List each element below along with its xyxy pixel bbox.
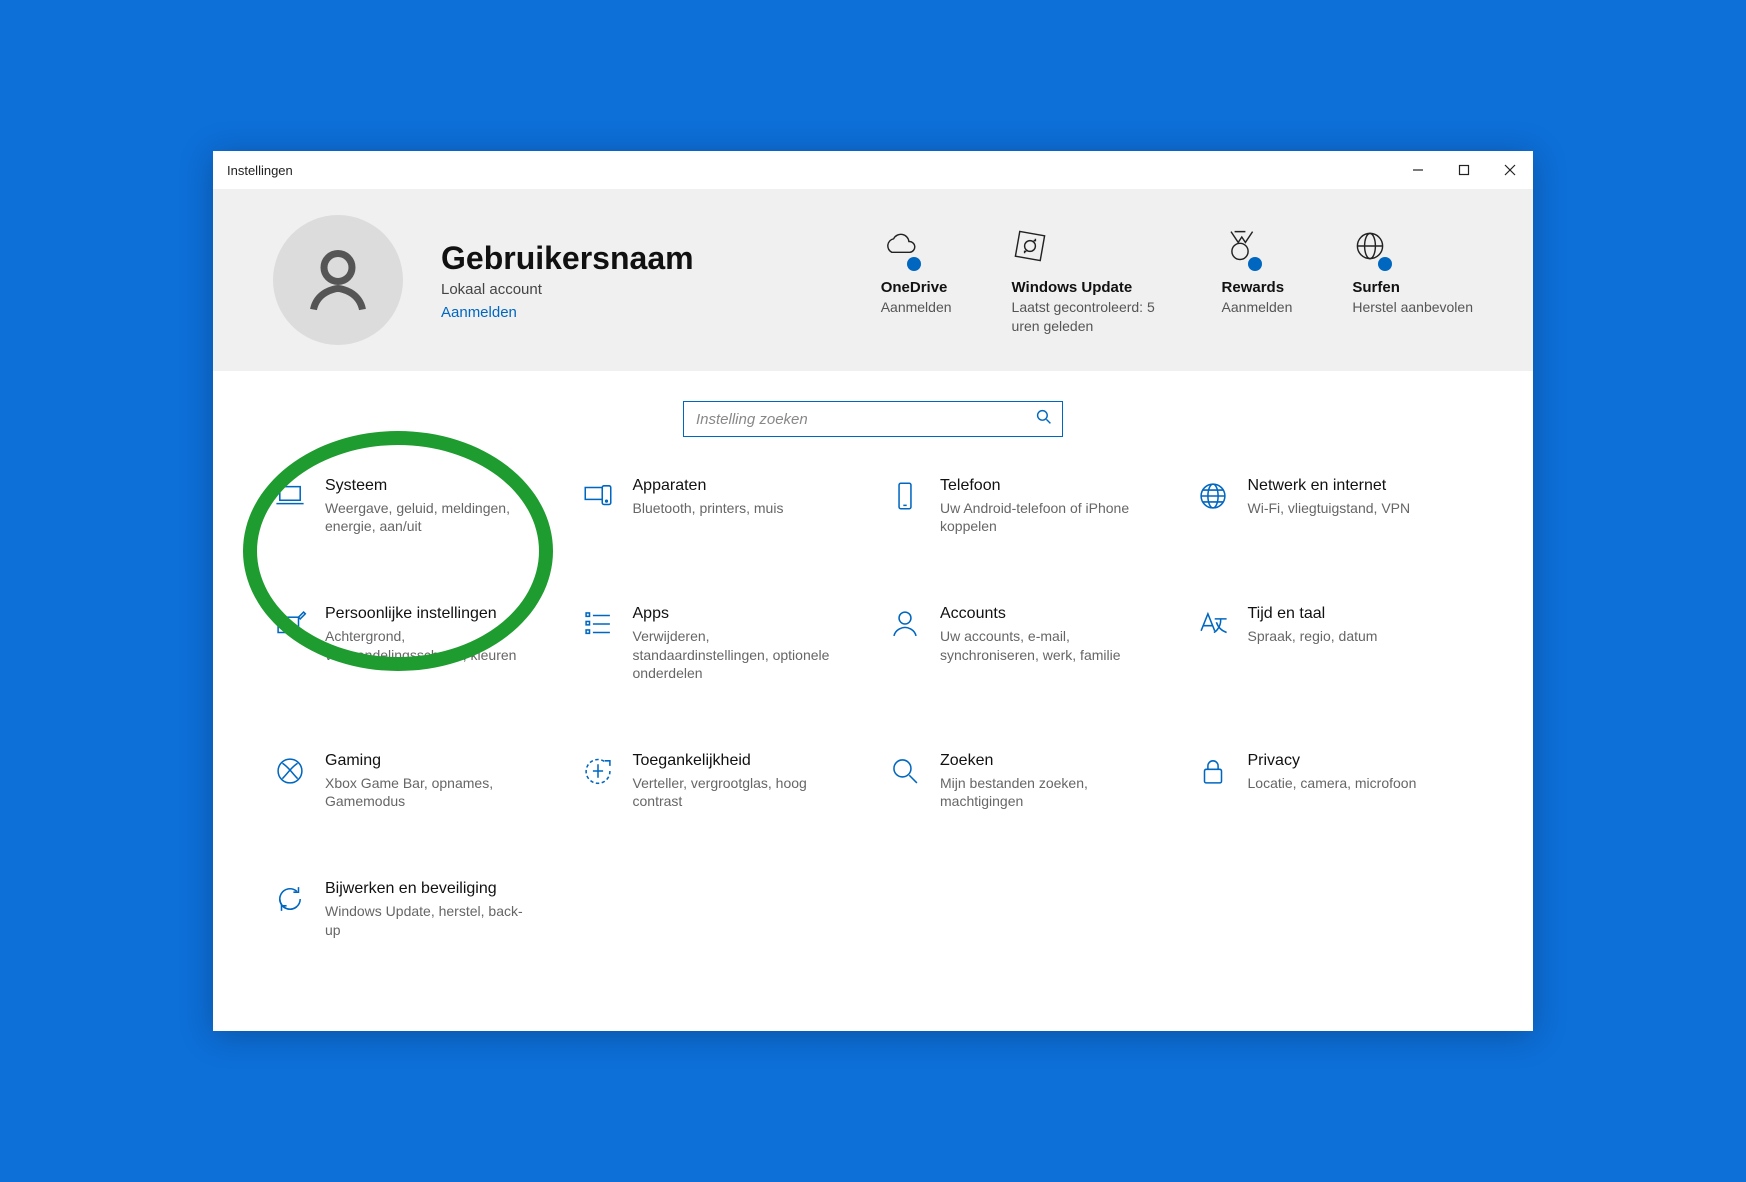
list-icon (581, 628, 615, 645)
category-title: Netwerk en internet (1248, 477, 1411, 495)
minimize-button[interactable] (1395, 151, 1441, 189)
category-desc: Achtergrond, vergrendelingsscherm, kleur… (325, 627, 525, 663)
globe-icon (1196, 500, 1230, 517)
tile-windows-update[interactable]: Windows Update Laatst gecontroleerd: 5 u… (1012, 225, 1162, 334)
close-button[interactable] (1487, 151, 1533, 189)
category-personalization[interactable]: Persoonlijke instellingen Achtergrond, v… (273, 605, 551, 682)
category-title: Gaming (325, 752, 525, 770)
category-accessibility[interactable]: Toegankelijkheid Verteller, vergrootglas… (581, 752, 859, 810)
language-icon (1196, 628, 1230, 645)
xbox-icon (273, 775, 307, 792)
category-desc: Verteller, vergrootglas, hoog contrast (633, 774, 833, 810)
username: Gebruikersnaam (441, 240, 694, 277)
category-desc: Windows Update, herstel, back-up (325, 902, 525, 938)
status-dot (1248, 257, 1262, 271)
sign-in-link[interactable]: Aanmelden (441, 304, 694, 321)
category-title: Accounts (940, 605, 1140, 623)
search-box[interactable] (683, 401, 1063, 437)
category-desc: Uw Android-telefoon of iPhone koppelen (940, 499, 1140, 535)
tile-title: OneDrive (881, 279, 948, 296)
category-accounts[interactable]: Accounts Uw accounts, e-mail, synchronis… (888, 605, 1166, 682)
category-search[interactable]: Zoeken Mijn bestanden zoeken, machtiging… (888, 752, 1166, 810)
tile-title: Surfen (1352, 279, 1400, 296)
user-icon (303, 243, 373, 318)
category-apps[interactable]: Apps Verwijderen, standaardinstellingen,… (581, 605, 859, 682)
category-phone[interactable]: Telefoon Uw Android-telefoon of iPhone k… (888, 477, 1166, 535)
tile-sub: Aanmelden (881, 298, 952, 316)
header-tiles: OneDrive Aanmelden Windows Update Laatst… (881, 225, 1473, 334)
person-icon (888, 628, 922, 645)
category-desc: Mijn bestanden zoeken, machtigingen (940, 774, 1140, 810)
category-time-language[interactable]: Tijd en taal Spraak, regio, datum (1196, 605, 1474, 682)
phone-icon (888, 500, 922, 517)
category-network[interactable]: Netwerk en internet Wi-Fi, vliegtuigstan… (1196, 477, 1474, 535)
category-title: Bijwerken en beveiliging (325, 880, 525, 898)
category-desc: Bluetooth, printers, muis (633, 499, 784, 517)
category-gaming[interactable]: Gaming Xbox Game Bar, opnames, Gamemodus (273, 752, 551, 810)
ease-icon (581, 775, 615, 792)
category-title: Apps (633, 605, 833, 623)
tile-rewards[interactable]: Rewards Aanmelden (1222, 225, 1293, 334)
maximize-button[interactable] (1441, 151, 1487, 189)
category-title: Tijd en taal (1248, 605, 1378, 623)
category-title: Persoonlijke instellingen (325, 605, 525, 623)
laptop-icon (273, 500, 307, 517)
lock-icon (1196, 775, 1230, 792)
title-bar: Instellingen (213, 151, 1533, 189)
category-title: Systeem (325, 477, 525, 495)
category-devices[interactable]: Apparaten Bluetooth, printers, muis (581, 477, 859, 535)
category-title: Toegankelijkheid (633, 752, 833, 770)
categories-grid: Systeem Weergave, geluid, meldingen, ene… (213, 477, 1533, 979)
category-desc: Verwijderen, standaardinstellingen, opti… (633, 627, 833, 682)
category-title: Zoeken (940, 752, 1140, 770)
tile-title: Windows Update (1012, 279, 1133, 296)
category-desc: Weergave, geluid, meldingen, energie, aa… (325, 499, 525, 535)
magnifier-icon (888, 775, 922, 792)
tile-title: Rewards (1222, 279, 1285, 296)
settings-window: Instellingen Gebruikersnaam Lokaal accou… (213, 151, 1533, 1031)
tile-sub: Laatst gecontroleerd: 5 uren geleden (1012, 298, 1162, 334)
category-title: Apparaten (633, 477, 784, 495)
avatar[interactable] (273, 215, 403, 345)
status-dot (907, 257, 921, 271)
account-type: Lokaal account (441, 281, 694, 298)
search-input[interactable] (696, 411, 1036, 428)
tile-sub: Aanmelden (1222, 298, 1293, 316)
window-controls (1395, 151, 1533, 189)
category-title: Privacy (1248, 752, 1417, 770)
tile-sub: Herstel aanbevolen (1352, 298, 1473, 316)
refresh-icon (273, 903, 307, 920)
window-title: Instellingen (227, 163, 293, 178)
category-desc: Locatie, camera, microfoon (1248, 774, 1417, 792)
paint-icon (273, 628, 307, 645)
header: Gebruikersnaam Lokaal account Aanmelden … (213, 189, 1533, 371)
tile-onedrive[interactable]: OneDrive Aanmelden (881, 225, 952, 334)
search-icon (1036, 409, 1052, 429)
category-desc: Wi-Fi, vliegtuigstand, VPN (1248, 499, 1411, 517)
category-privacy[interactable]: Privacy Locatie, camera, microfoon (1196, 752, 1474, 810)
category-desc: Uw accounts, e-mail, synchroniseren, wer… (940, 627, 1140, 663)
tile-browse[interactable]: Surfen Herstel aanbevolen (1352, 225, 1473, 334)
status-dot (1378, 257, 1392, 271)
search-row (213, 371, 1533, 477)
category-desc: Xbox Game Bar, opnames, Gamemodus (325, 774, 525, 810)
devices-icon (581, 500, 615, 517)
user-block: Gebruikersnaam Lokaal account Aanmelden (441, 240, 694, 321)
sync-icon (1012, 228, 1048, 267)
category-desc: Spraak, regio, datum (1248, 627, 1378, 645)
category-update-security[interactable]: Bijwerken en beveiliging Windows Update,… (273, 880, 551, 938)
category-title: Telefoon (940, 477, 1140, 495)
category-system[interactable]: Systeem Weergave, geluid, meldingen, ene… (273, 477, 551, 535)
